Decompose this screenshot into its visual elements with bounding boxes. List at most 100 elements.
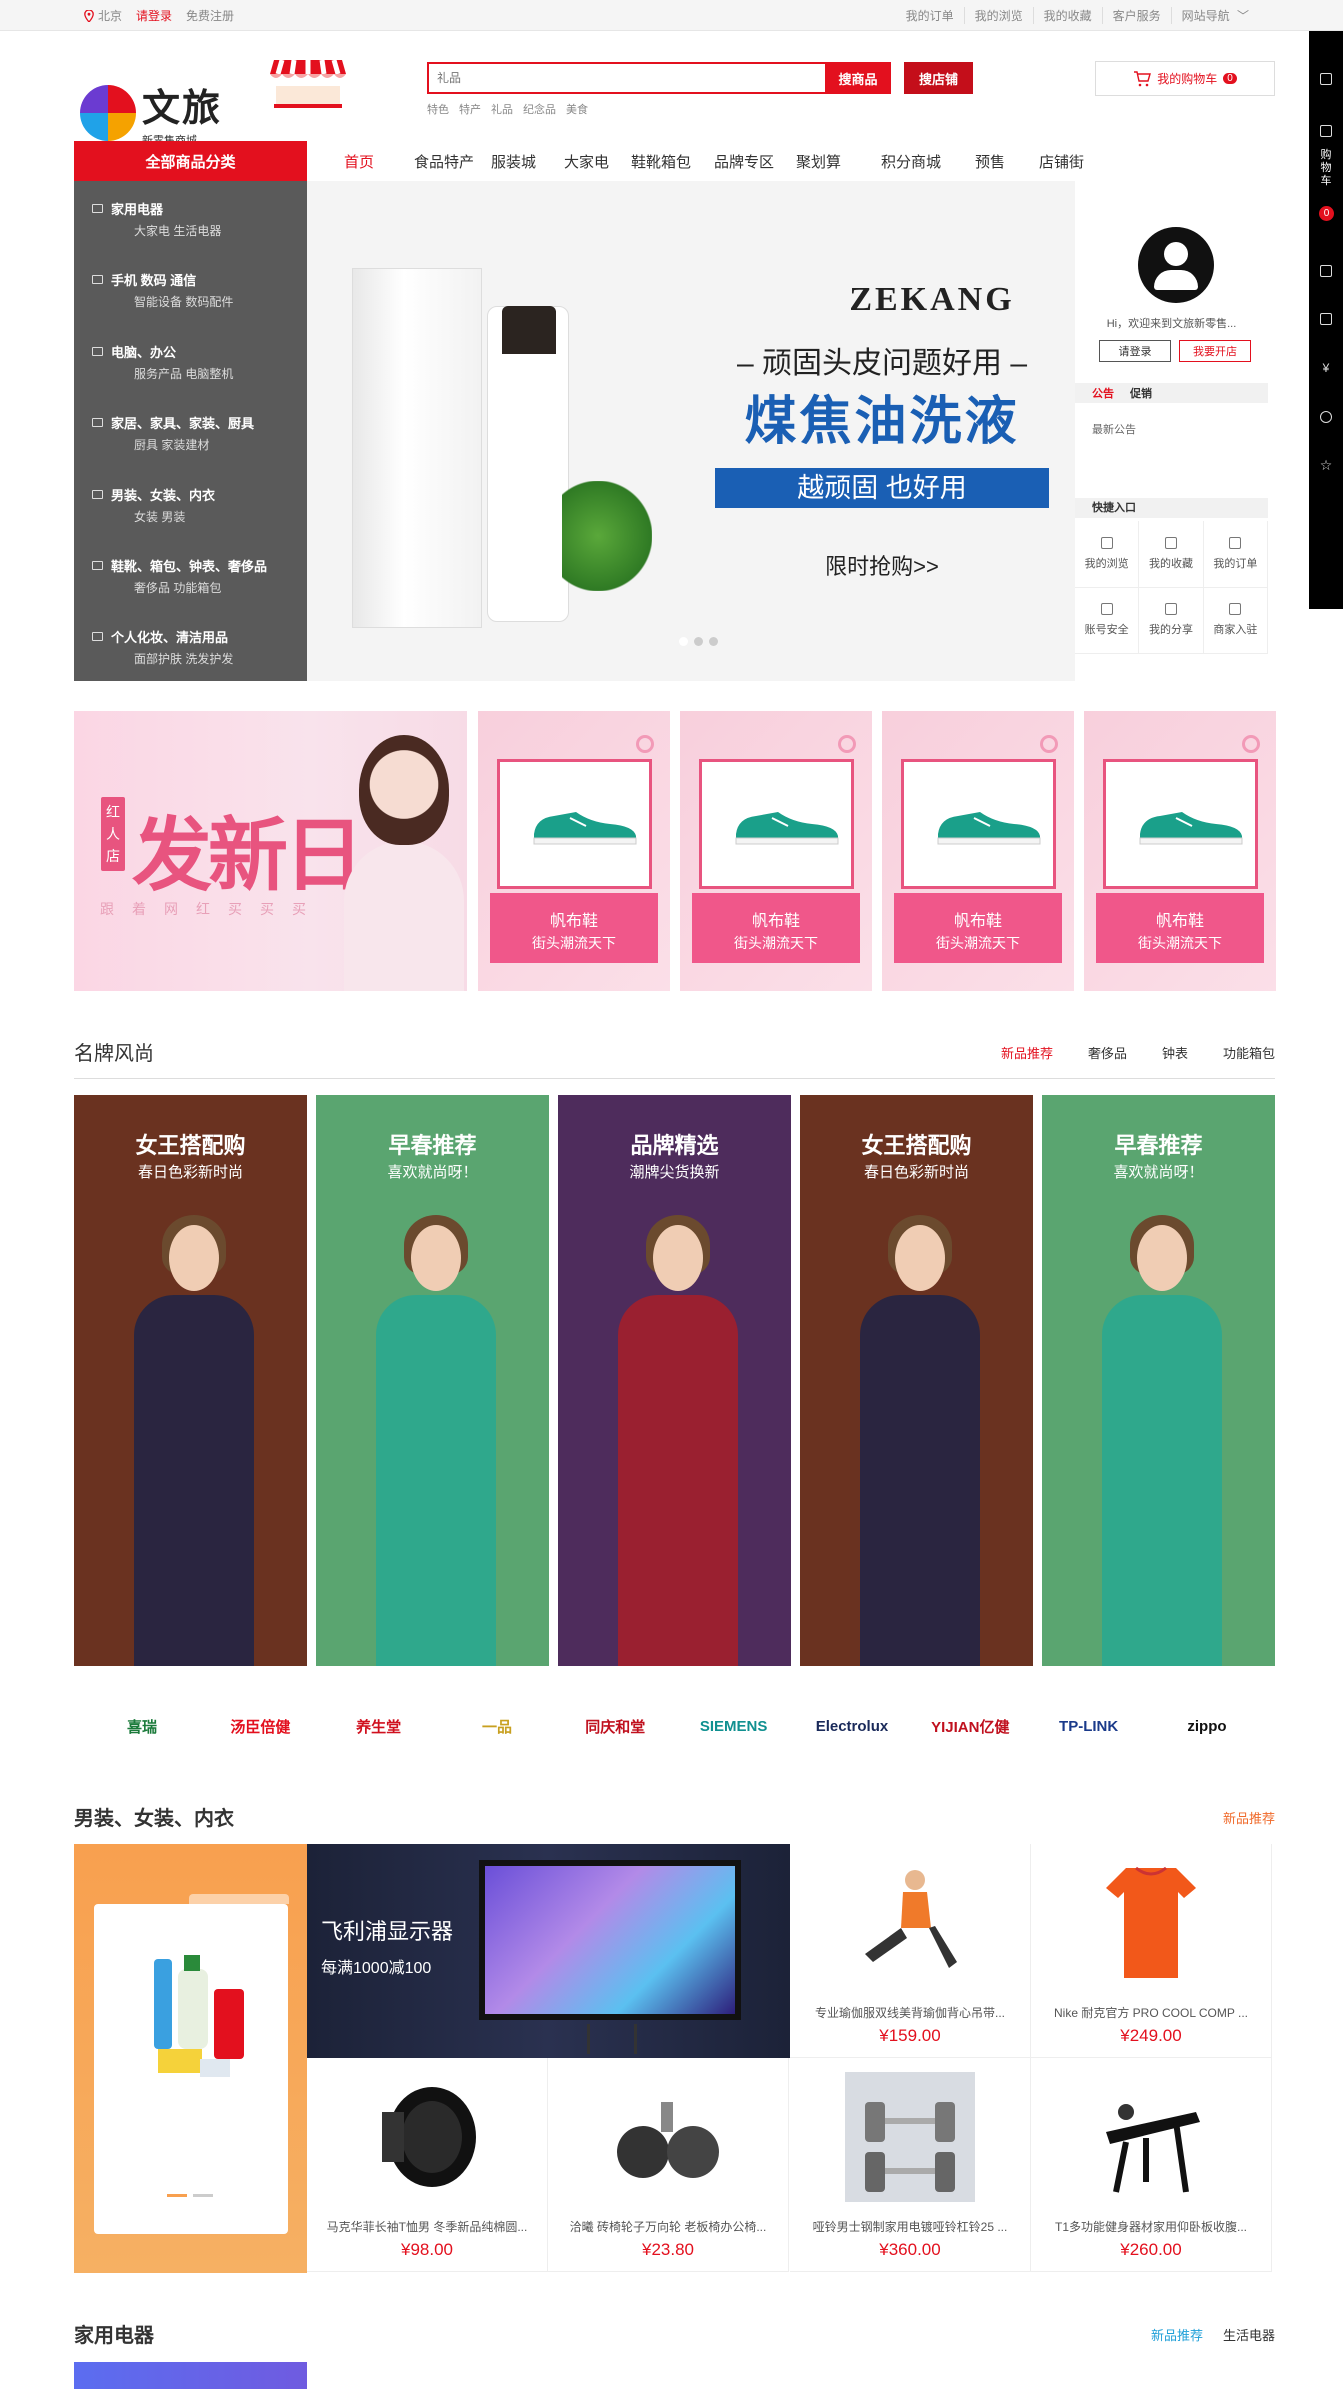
brand-logo[interactable]: TP-LINK bbox=[1039, 1718, 1139, 1735]
tab-new[interactable]: 新品推荐 bbox=[1223, 1808, 1275, 1827]
quick-entry-item[interactable]: 我的订单 bbox=[1203, 521, 1268, 588]
brand-logo[interactable]: SIEMENS bbox=[684, 1718, 784, 1735]
all-categories-button[interactable]: 全部商品分类 bbox=[74, 141, 307, 181]
promo-main-banner[interactable]: 红人店 发新日 跟着网红买买买 bbox=[74, 711, 467, 991]
cart-button[interactable]: 我的购物车 0 bbox=[1095, 61, 1275, 96]
login-link[interactable]: 请登录 bbox=[136, 7, 172, 24]
toolbar-orders[interactable] bbox=[1309, 265, 1343, 277]
tab-appliances[interactable]: 生活电器 bbox=[1223, 2325, 1275, 2344]
nav-item[interactable]: 店铺街 bbox=[1039, 151, 1084, 172]
category-sub[interactable]: 奢侈品 功能箱包 bbox=[134, 579, 307, 596]
search-goods-button[interactable]: 搜商品 bbox=[825, 62, 891, 94]
promo-card[interactable]: 帆布鞋 街头潮流天下 bbox=[882, 711, 1074, 991]
customer-service-link[interactable]: 客户服务 bbox=[1101, 7, 1171, 24]
nav-item[interactable]: 鞋靴箱包 bbox=[631, 151, 691, 172]
brand-logo[interactable]: 养生堂 bbox=[329, 1716, 429, 1737]
fashion-panel[interactable]: 早春推荐 喜欢就尚呀！ bbox=[1042, 1095, 1275, 1666]
hot-keyword[interactable]: 礼品 bbox=[491, 101, 513, 117]
my-orders-link[interactable]: 我的订单 bbox=[896, 7, 964, 24]
toolbar-coupons[interactable] bbox=[1309, 313, 1343, 325]
nav-item[interactable]: 预售 bbox=[975, 151, 1005, 172]
nav-item[interactable]: 食品特产 bbox=[414, 151, 474, 172]
tab-bags[interactable]: 功能箱包 bbox=[1223, 1043, 1275, 1062]
toolbar-favorites[interactable]: ☆ bbox=[1309, 457, 1343, 474]
category-sub[interactable]: 面部护肤 洗发护发 bbox=[134, 650, 307, 667]
quick-entry-item[interactable]: 商家入驻 bbox=[1203, 587, 1268, 654]
quick-entry-item[interactable]: 我的浏览 bbox=[1075, 521, 1140, 588]
category-item[interactable]: 家居、家具、家装、厨具 厨具 家装建材 bbox=[74, 395, 307, 466]
brand-logo[interactable]: zippo bbox=[1157, 1718, 1257, 1735]
tab-promo[interactable]: 促销 bbox=[1130, 385, 1152, 401]
brand-logo[interactable]: 喜瑞 bbox=[92, 1716, 192, 1737]
nav-item[interactable]: 服装城 bbox=[491, 151, 536, 172]
quick-entry-item[interactable]: 我的分享 bbox=[1139, 587, 1204, 654]
brand-logo[interactable]: Electrolux bbox=[802, 1718, 902, 1735]
promo-card[interactable]: 帆布鞋 街头潮流天下 bbox=[1084, 711, 1276, 991]
open-shop-button[interactable]: 我要开店 bbox=[1179, 340, 1251, 362]
search-input[interactable] bbox=[429, 64, 825, 92]
category-sub[interactable]: 智能设备 数码配件 bbox=[134, 293, 307, 310]
toolbar-history[interactable] bbox=[1309, 411, 1343, 423]
hot-keyword[interactable]: 美食 bbox=[566, 101, 588, 117]
brand-logo[interactable]: 一品 bbox=[447, 1716, 547, 1737]
location-selector[interactable]: 北京 bbox=[84, 7, 122, 24]
category-item[interactable]: 手机 数码 通信 智能设备 数码配件 bbox=[74, 252, 307, 323]
promo-card[interactable]: 帆布鞋 街头潮流天下 bbox=[478, 711, 670, 991]
tab-notice[interactable]: 公告 bbox=[1092, 385, 1114, 401]
carousel-dot[interactable] bbox=[694, 637, 703, 646]
carousel-dot[interactable] bbox=[193, 2194, 213, 2197]
fashion-panel[interactable]: 早春推荐 喜欢就尚呀！ bbox=[316, 1095, 549, 1666]
hot-keyword[interactable]: 纪念品 bbox=[523, 101, 556, 117]
toolbar-user[interactable] bbox=[1309, 73, 1343, 85]
promo-card[interactable]: 帆布鞋 街头潮流天下 bbox=[680, 711, 872, 991]
product-card[interactable]: T1多功能健身器材家用仰卧板收腹... ¥260.00 bbox=[1031, 2058, 1272, 2272]
quick-entry-item[interactable]: 账号安全 bbox=[1075, 587, 1140, 654]
tab-watches[interactable]: 钟表 bbox=[1162, 1043, 1188, 1062]
category-item[interactable]: 男装、女装、内衣 女装 男装 bbox=[74, 467, 307, 538]
panel-login-button[interactable]: 请登录 bbox=[1099, 340, 1171, 362]
fashion-panel[interactable]: 女王搭配购 春日色彩新时尚 bbox=[74, 1095, 307, 1666]
product-card[interactable]: 洽曦 砖椅轮子万向轮 老板椅办公椅... ¥23.80 bbox=[548, 2058, 789, 2272]
brand-logo[interactable]: YIJIAN亿健 bbox=[920, 1716, 1020, 1737]
banner-cta-link[interactable]: 限时抢购>> bbox=[717, 549, 1047, 581]
category-sub[interactable]: 大家电 生活电器 bbox=[134, 222, 307, 239]
mens-feature-banner[interactable] bbox=[74, 1844, 307, 2273]
nav-item[interactable]: 首页 bbox=[344, 151, 374, 172]
brand-logo[interactable]: 汤臣倍健 bbox=[210, 1716, 310, 1737]
carousel-dot[interactable] bbox=[679, 637, 688, 646]
fashion-panel[interactable]: 品牌精选 潮牌尖货换新 bbox=[558, 1095, 791, 1666]
quick-entry-item[interactable]: 我的收藏 bbox=[1139, 521, 1204, 588]
category-sub[interactable]: 厨具 家装建材 bbox=[134, 436, 307, 453]
toolbar-assets[interactable]: ¥ bbox=[1309, 361, 1343, 375]
product-card[interactable]: Nike 耐克官方 PRO COOL COMP ... ¥249.00 bbox=[1031, 1844, 1272, 2058]
category-sub[interactable]: 女装 男装 bbox=[134, 508, 307, 525]
category-item[interactable]: 家用电器 大家电 生活电器 bbox=[74, 181, 307, 252]
search-shops-button[interactable]: 搜店铺 bbox=[904, 62, 973, 94]
product-card[interactable]: 哑铃男士钢制家用电镀哑铃杠铃25 ... ¥360.00 bbox=[790, 2058, 1031, 2272]
tab-new[interactable]: 新品推荐 bbox=[1001, 1043, 1053, 1062]
nav-item[interactable]: 品牌专区 bbox=[714, 151, 774, 172]
notice-item[interactable]: 最新公告 bbox=[1092, 421, 1136, 437]
category-item[interactable]: 个人化妆、清洁用品 面部护肤 洗发护发 bbox=[74, 609, 307, 680]
carousel-dot[interactable] bbox=[167, 2194, 187, 2197]
hero-banner[interactable]: ZEKANG – 顽固头皮问题好用 – 煤焦油洗液 越顽固 也好用 限时抢购>> bbox=[307, 181, 1075, 681]
tab-new[interactable]: 新品推荐 bbox=[1151, 2325, 1203, 2344]
nav-item[interactable]: 聚划算 bbox=[796, 151, 841, 172]
site-nav-link[interactable]: 网站导航 ﹀ bbox=[1170, 7, 1259, 24]
nav-item[interactable]: 积分商城 bbox=[881, 151, 941, 172]
nav-item[interactable]: 大家电 bbox=[564, 151, 609, 172]
home-feature-banner[interactable] bbox=[74, 2362, 307, 2389]
carousel-dot[interactable] bbox=[709, 637, 718, 646]
fashion-panel[interactable]: 女王搭配购 春日色彩新时尚 bbox=[800, 1095, 1033, 1666]
product-card[interactable]: 专业瑜伽服双线美背瑜伽背心吊带... ¥159.00 bbox=[790, 1844, 1031, 2058]
hot-keyword[interactable]: 特色 bbox=[427, 101, 449, 117]
monitor-ad[interactable]: 飞利浦显示器 每满1000减100 bbox=[307, 1844, 790, 2058]
tab-luxury[interactable]: 奢侈品 bbox=[1088, 1043, 1127, 1062]
register-link[interactable]: 免费注册 bbox=[186, 7, 234, 24]
hot-keyword[interactable]: 特产 bbox=[459, 101, 481, 117]
my-favorites-link[interactable]: 我的收藏 bbox=[1032, 7, 1102, 24]
product-card[interactable]: 马克华菲长袖T恤男 冬季新品纯棉圆... ¥98.00 bbox=[307, 2058, 548, 2272]
toolbar-cart[interactable] bbox=[1309, 125, 1343, 137]
brand-logo[interactable]: 同庆和堂 bbox=[565, 1716, 665, 1737]
category-item[interactable]: 鞋靴、箱包、钟表、奢侈品 奢侈品 功能箱包 bbox=[74, 538, 307, 609]
